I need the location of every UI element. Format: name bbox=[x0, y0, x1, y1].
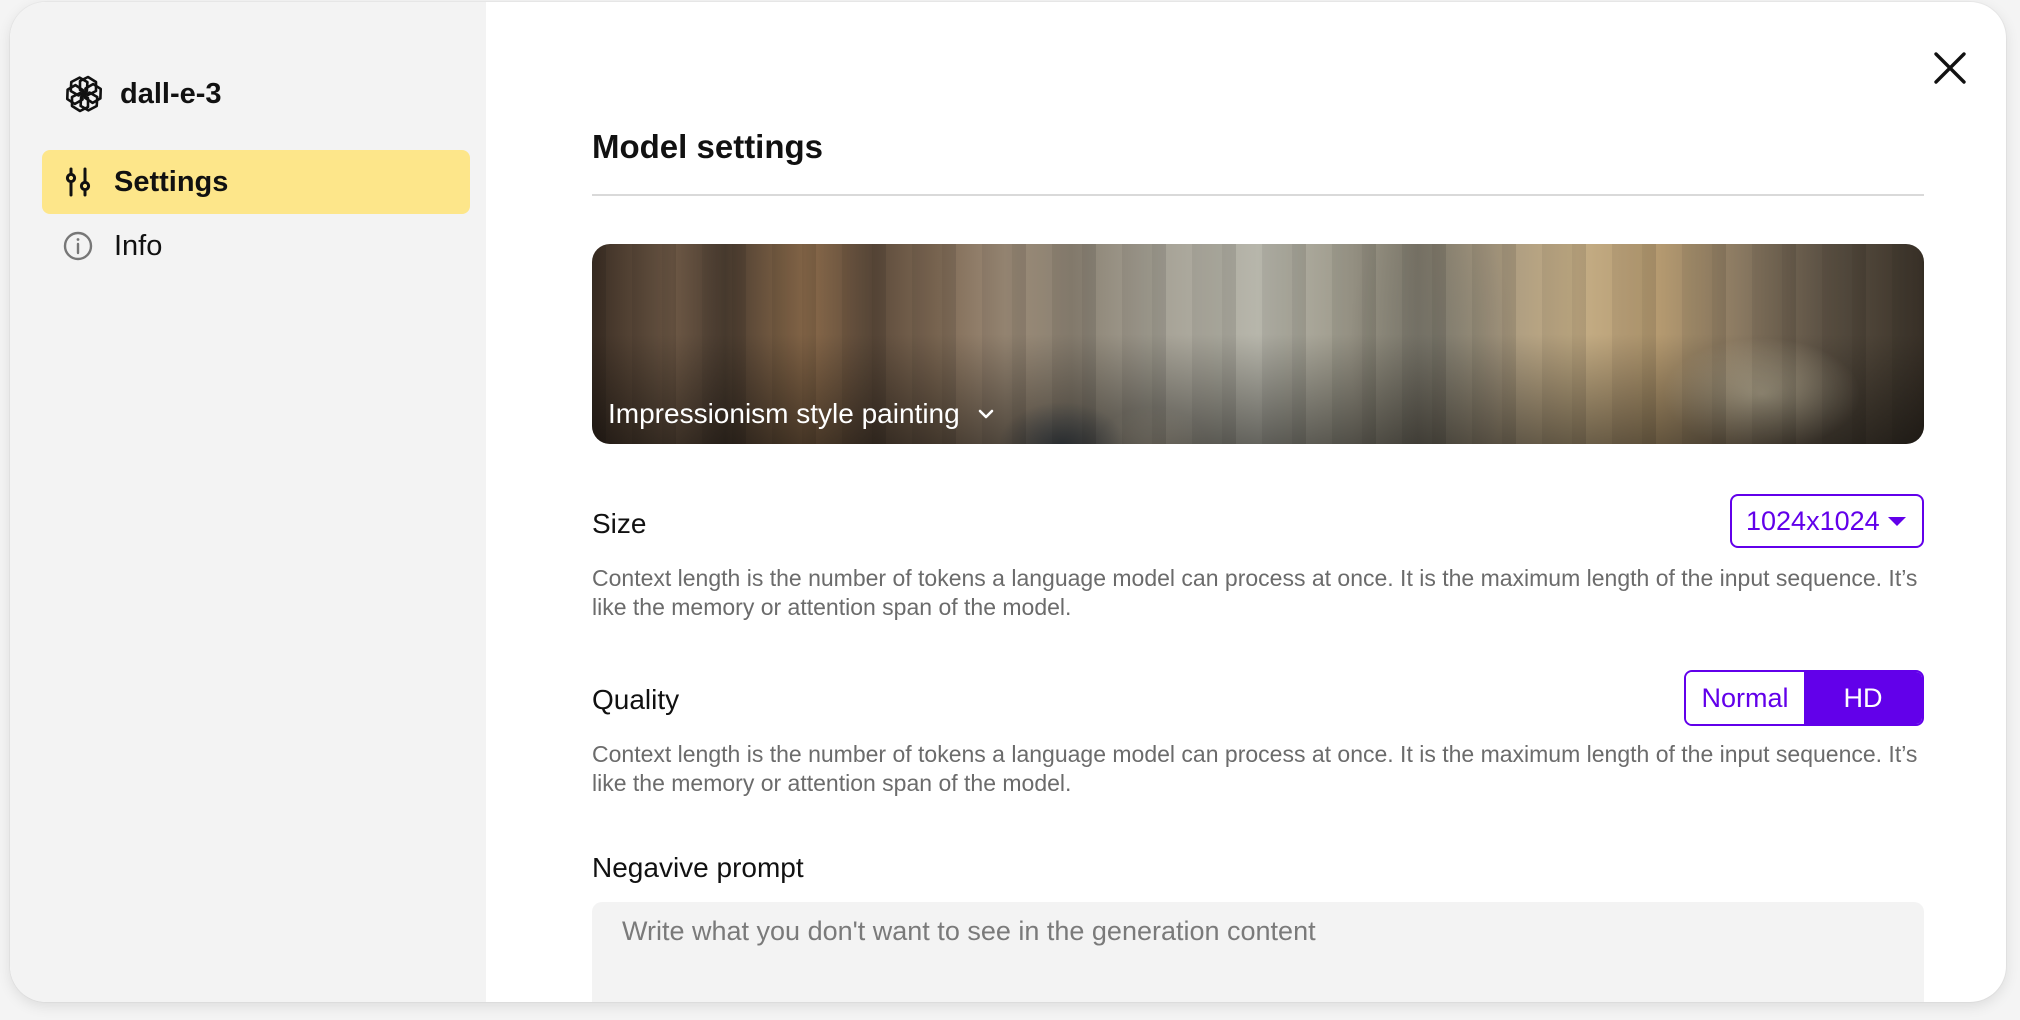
size-select[interactable]: 1024x1024 bbox=[1730, 494, 1924, 548]
quality-option-hd[interactable]: HD bbox=[1804, 672, 1922, 724]
caret-down-icon bbox=[1886, 510, 1908, 532]
size-description: Context length is the number of tokens a… bbox=[592, 565, 1918, 620]
sidebar-item-label: Settings bbox=[114, 165, 229, 198]
negative-prompt-label: Negavive prompt bbox=[592, 852, 804, 883]
quality-description: Context length is the number of tokens a… bbox=[592, 741, 1918, 796]
sliders-icon bbox=[62, 166, 94, 198]
quality-toggle: Normal HD bbox=[1684, 670, 1924, 726]
sidebar-item-label: Info bbox=[114, 229, 163, 262]
sidebar-item-settings[interactable]: Settings bbox=[42, 150, 470, 214]
style-selector-label: Impressionism style painting bbox=[608, 398, 998, 430]
close-button[interactable] bbox=[1928, 46, 1972, 90]
close-icon bbox=[1934, 52, 1966, 84]
quality-label: Quality bbox=[592, 684, 680, 715]
style-name: Impressionism style painting bbox=[608, 398, 960, 429]
info-circle-icon bbox=[62, 230, 94, 262]
size-label: Size bbox=[592, 508, 647, 539]
openai-logo-icon bbox=[64, 74, 104, 114]
sidebar: dall-e-3 Settings Info bbox=[10, 2, 486, 1002]
divider bbox=[592, 194, 1924, 196]
page-title: Model settings bbox=[592, 128, 824, 165]
model-name: dall-e-3 bbox=[120, 77, 222, 110]
size-value: 1024x1024 bbox=[1746, 505, 1880, 536]
style-selector[interactable]: Impressionism style painting bbox=[592, 244, 1924, 444]
chevron-down-icon bbox=[974, 402, 998, 426]
negative-prompt-input[interactable] bbox=[592, 902, 1924, 1002]
settings-dialog: dall-e-3 Settings Info Model settings Im… bbox=[10, 2, 2006, 1002]
model-header: dall-e-3 bbox=[64, 72, 222, 116]
sidebar-item-info[interactable]: Info bbox=[42, 214, 470, 278]
settings-panel: Model settings Impressionism style paint… bbox=[486, 2, 2006, 1002]
quality-option-normal[interactable]: Normal bbox=[1686, 672, 1804, 724]
